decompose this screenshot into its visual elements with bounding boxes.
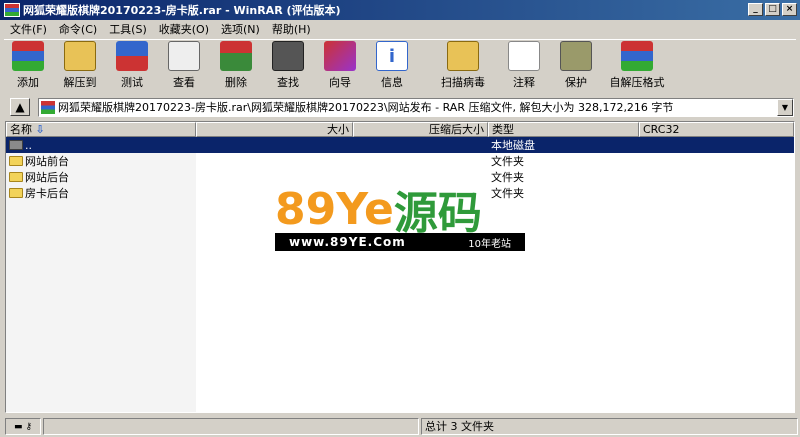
wizard-button[interactable]: 向导: [316, 40, 364, 94]
sfx-icon: [621, 41, 653, 71]
extract-to-button[interactable]: 解压到: [56, 40, 104, 94]
view-button[interactable]: 查看: [160, 40, 208, 94]
title-bar[interactable]: 网狐荣耀版棋牌20170223-房卡版.rar - WinRAR (评估版本) …: [0, 0, 800, 20]
path-text: 网狐荣耀版棋牌20170223-房卡版.rar\网狐荣耀版棋牌20170223\…: [58, 101, 674, 114]
folder-icon: [9, 172, 23, 182]
find-icon: [272, 41, 304, 71]
test-button[interactable]: 测试: [108, 40, 156, 94]
menu-commands[interactable]: 命令(C): [53, 21, 103, 37]
watermark-strip: www.89YE.Com 10年老站: [275, 233, 525, 251]
virus-scan-label: 扫描病毒: [441, 76, 485, 89]
extract-to-label: 解压到: [63, 76, 97, 89]
delete-icon: [220, 41, 252, 71]
status-selection: [43, 418, 419, 435]
status-bar: ▬ ⚷ 总计 3 文件夹: [0, 416, 800, 437]
delete-button[interactable]: 删除: [212, 40, 260, 94]
column-name[interactable]: 名称 ⇩: [6, 122, 196, 137]
up-folder-button[interactable]: ▲: [10, 98, 30, 116]
test-icon: [116, 41, 148, 71]
menu-favorites[interactable]: 收藏夹(O): [153, 21, 215, 37]
watermark-logo: 89 Ye 源码 www.89YE.Com 10年老站: [275, 183, 525, 251]
drive-status-icon[interactable]: ▬: [14, 422, 23, 432]
sort-down-icon: ⇩: [35, 123, 45, 136]
status-icons: ▬ ⚷: [5, 418, 41, 435]
file-list[interactable]: 名称 ⇩ 大小 压缩后大小 类型 CRC32 .. 本地磁盘 网站前台 文件夹 …: [5, 121, 795, 413]
virus-scan-icon: [447, 41, 479, 71]
test-label: 测试: [121, 76, 143, 89]
archive-icon: [41, 100, 55, 114]
info-button[interactable]: i 信息: [368, 40, 416, 94]
comment-icon: [508, 41, 540, 71]
protect-icon: [560, 41, 592, 71]
drive-icon: [9, 139, 23, 150]
menu-file[interactable]: 文件(F): [4, 21, 53, 37]
window-title: 网狐荣耀版棋牌20170223-房卡版.rar - WinRAR (评估版本): [23, 4, 341, 17]
wizard-label: 向导: [329, 76, 351, 89]
folder-icon: [9, 188, 23, 198]
window-controls: _ □ ×: [748, 3, 797, 16]
virus-scan-button[interactable]: 扫描病毒: [430, 40, 496, 94]
toolbar-separator: [420, 40, 430, 93]
up-arrow-icon: ▲: [15, 100, 25, 114]
comment-button[interactable]: 注释: [500, 40, 548, 94]
path-dropdown-button[interactable]: ▼: [777, 98, 793, 116]
winrar-app-icon[interactable]: [4, 3, 20, 17]
folder-icon: [9, 156, 23, 166]
column-size[interactable]: 大小: [196, 122, 353, 137]
view-label: 查看: [173, 76, 195, 89]
key-icon[interactable]: ⚷: [25, 422, 32, 432]
minimize-button[interactable]: _: [748, 3, 763, 16]
column-crc[interactable]: CRC32: [639, 122, 794, 137]
find-label: 查找: [277, 76, 299, 89]
comment-label: 注释: [513, 76, 535, 89]
watermark-slogan: 10年老站: [468, 238, 511, 250]
sfx-button[interactable]: 自解压格式: [604, 40, 670, 94]
add-archive-icon: [12, 41, 44, 71]
address-bar: ▲ 网狐荣耀版棋牌20170223-房卡版.rar\网狐荣耀版棋牌2017022…: [0, 96, 800, 118]
protect-label: 保护: [565, 76, 587, 89]
status-summary: 总计 3 文件夹: [421, 418, 798, 435]
table-row[interactable]: .. 本地磁盘: [6, 137, 794, 153]
view-icon: [168, 41, 200, 71]
column-packed[interactable]: 压缩后大小: [353, 122, 488, 137]
table-row[interactable]: 网站前台 文件夹: [6, 153, 794, 169]
info-icon: i: [376, 41, 408, 71]
add-button[interactable]: 添加: [4, 40, 52, 94]
wizard-icon: [324, 41, 356, 71]
protect-button[interactable]: 保护: [552, 40, 600, 94]
toolbar: 添加 解压到 测试 查看 删除 查找 向导 i 信息 扫描病毒 注释 保护 自解…: [4, 39, 796, 93]
menu-options[interactable]: 选项(N): [215, 21, 266, 37]
sfx-label: 自解压格式: [609, 76, 665, 89]
close-button[interactable]: ×: [782, 3, 797, 16]
watermark-logo-text: 89 Ye 源码: [275, 183, 482, 240]
add-label: 添加: [17, 76, 39, 89]
column-type[interactable]: 类型: [488, 122, 639, 137]
info-label: 信息: [381, 76, 403, 89]
menu-bar: 文件(F) 命令(C) 工具(S) 收藏夹(O) 选项(N) 帮助(H): [0, 20, 800, 38]
list-header: 名称 ⇩ 大小 压缩后大小 类型 CRC32: [6, 122, 794, 137]
menu-help[interactable]: 帮助(H): [266, 21, 317, 37]
extract-to-icon: [64, 41, 96, 71]
maximize-button[interactable]: □: [765, 3, 780, 16]
menu-tools[interactable]: 工具(S): [103, 21, 153, 37]
path-field[interactable]: 网狐荣耀版棋牌20170223-房卡版.rar\网狐荣耀版棋牌20170223\…: [38, 97, 794, 117]
find-button[interactable]: 查找: [264, 40, 312, 94]
watermark-url: www.89YE.Com: [289, 235, 406, 249]
delete-label: 删除: [225, 76, 247, 89]
